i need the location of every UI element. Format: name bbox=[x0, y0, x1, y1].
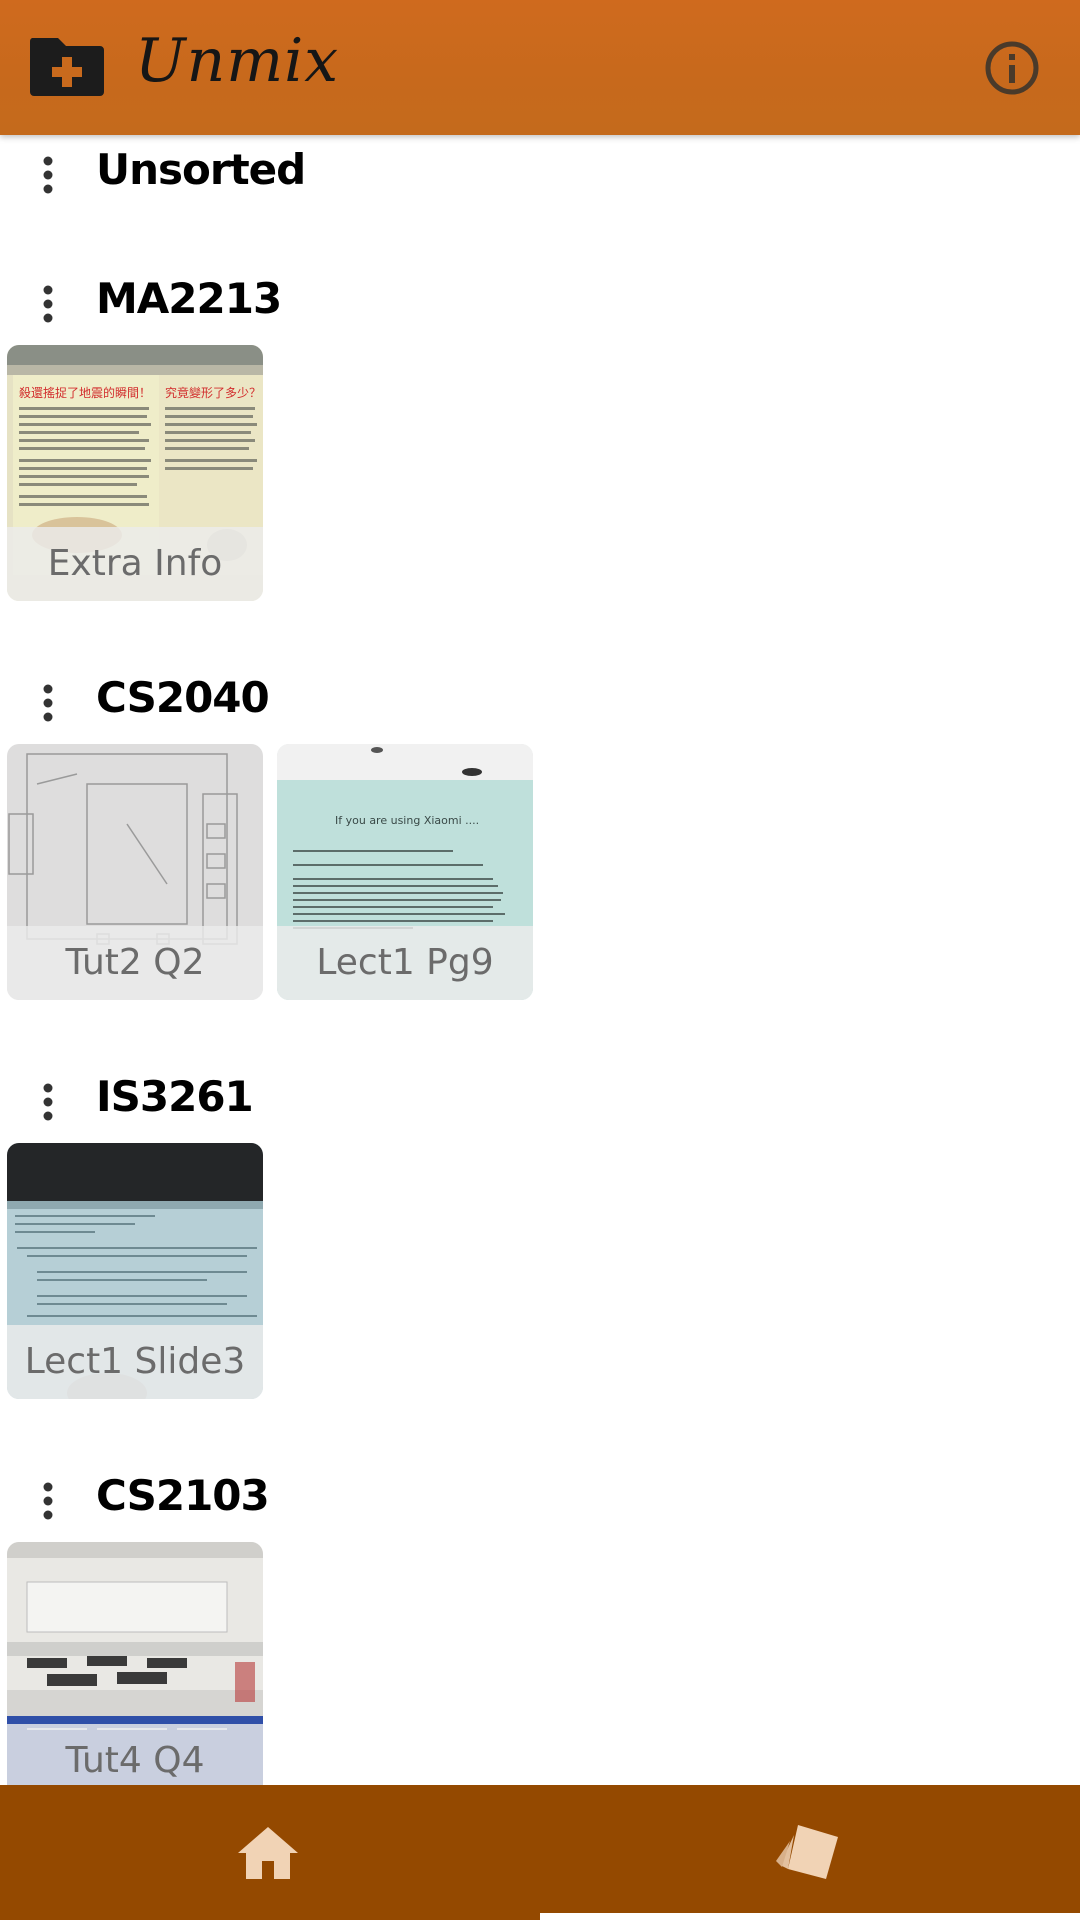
app-title: Unmix bbox=[135, 26, 340, 96]
note-card[interactable]: 殺還搖捉了地震的瞬間！ 究竟變形了多少？ Extra Info bbox=[7, 345, 263, 601]
folder-list: Unsorted MA2213 殺還搖捉了地震的瞬間！ 究竟變形了多少？ Ext… bbox=[0, 135, 1080, 1785]
note-label: Tut4 Q4 bbox=[7, 1724, 263, 1785]
note-card[interactable]: Tut4 Q4 bbox=[7, 1542, 263, 1785]
bottom-navigation bbox=[0, 1785, 1080, 1920]
folder-header: IS3261 bbox=[0, 1062, 1080, 1142]
note-label: Lect1 Slide3 bbox=[7, 1325, 263, 1399]
app-root: Unmix Unsorted MA2213 殺還搖捉了地震的瞬間！ 究竟變形了多… bbox=[0, 0, 1080, 1920]
more-vert-icon[interactable] bbox=[36, 683, 60, 723]
folder-title: CS2103 bbox=[96, 1471, 270, 1520]
active-tab-indicator bbox=[540, 1913, 1080, 1920]
note-card[interactable]: If you are using Xiaomi .... Lect1 Pg9 bbox=[277, 744, 533, 1000]
more-vert-icon[interactable] bbox=[36, 284, 60, 324]
folder-header: CS2040 bbox=[0, 663, 1080, 743]
folder-plus-icon bbox=[29, 38, 105, 96]
more-vert-icon[interactable] bbox=[36, 155, 60, 195]
cards-icon bbox=[776, 1825, 838, 1879]
note-label: Lect1 Pg9 bbox=[277, 926, 533, 1000]
note-label: Extra Info bbox=[7, 527, 263, 601]
folder-title: Unsorted bbox=[96, 145, 306, 194]
info-circle-icon bbox=[985, 41, 1039, 95]
note-card[interactable]: Lect1 Slide3 bbox=[7, 1143, 263, 1399]
more-vert-icon[interactable] bbox=[36, 1082, 60, 1122]
home-icon bbox=[238, 1827, 298, 1879]
svg-text:If you are using Xiaomi ....: If you are using Xiaomi .... bbox=[335, 814, 479, 827]
info-button[interactable] bbox=[984, 40, 1040, 96]
svg-text:究竟變形了多少？: 究竟變形了多少？ bbox=[165, 385, 261, 400]
folder-header: Unsorted bbox=[0, 135, 1080, 215]
svg-text:殺還搖捉了地震的瞬間！: 殺還搖捉了地震的瞬間！ bbox=[19, 385, 151, 400]
folder-header: CS2103 bbox=[0, 1461, 1080, 1541]
nav-cards-tab[interactable] bbox=[540, 1785, 1080, 1920]
note-card[interactable]: Tut2 Q2 bbox=[7, 744, 263, 1000]
more-vert-icon[interactable] bbox=[36, 1481, 60, 1521]
folder-header: MA2213 bbox=[0, 264, 1080, 344]
note-label: Tut2 Q2 bbox=[7, 926, 263, 1000]
add-folder-button[interactable] bbox=[28, 34, 106, 98]
folder-title: IS3261 bbox=[96, 1072, 254, 1121]
app-header: Unmix bbox=[0, 0, 1080, 135]
nav-home-tab[interactable] bbox=[0, 1785, 540, 1920]
folder-title: MA2213 bbox=[96, 274, 282, 323]
folder-title: CS2040 bbox=[96, 673, 270, 722]
